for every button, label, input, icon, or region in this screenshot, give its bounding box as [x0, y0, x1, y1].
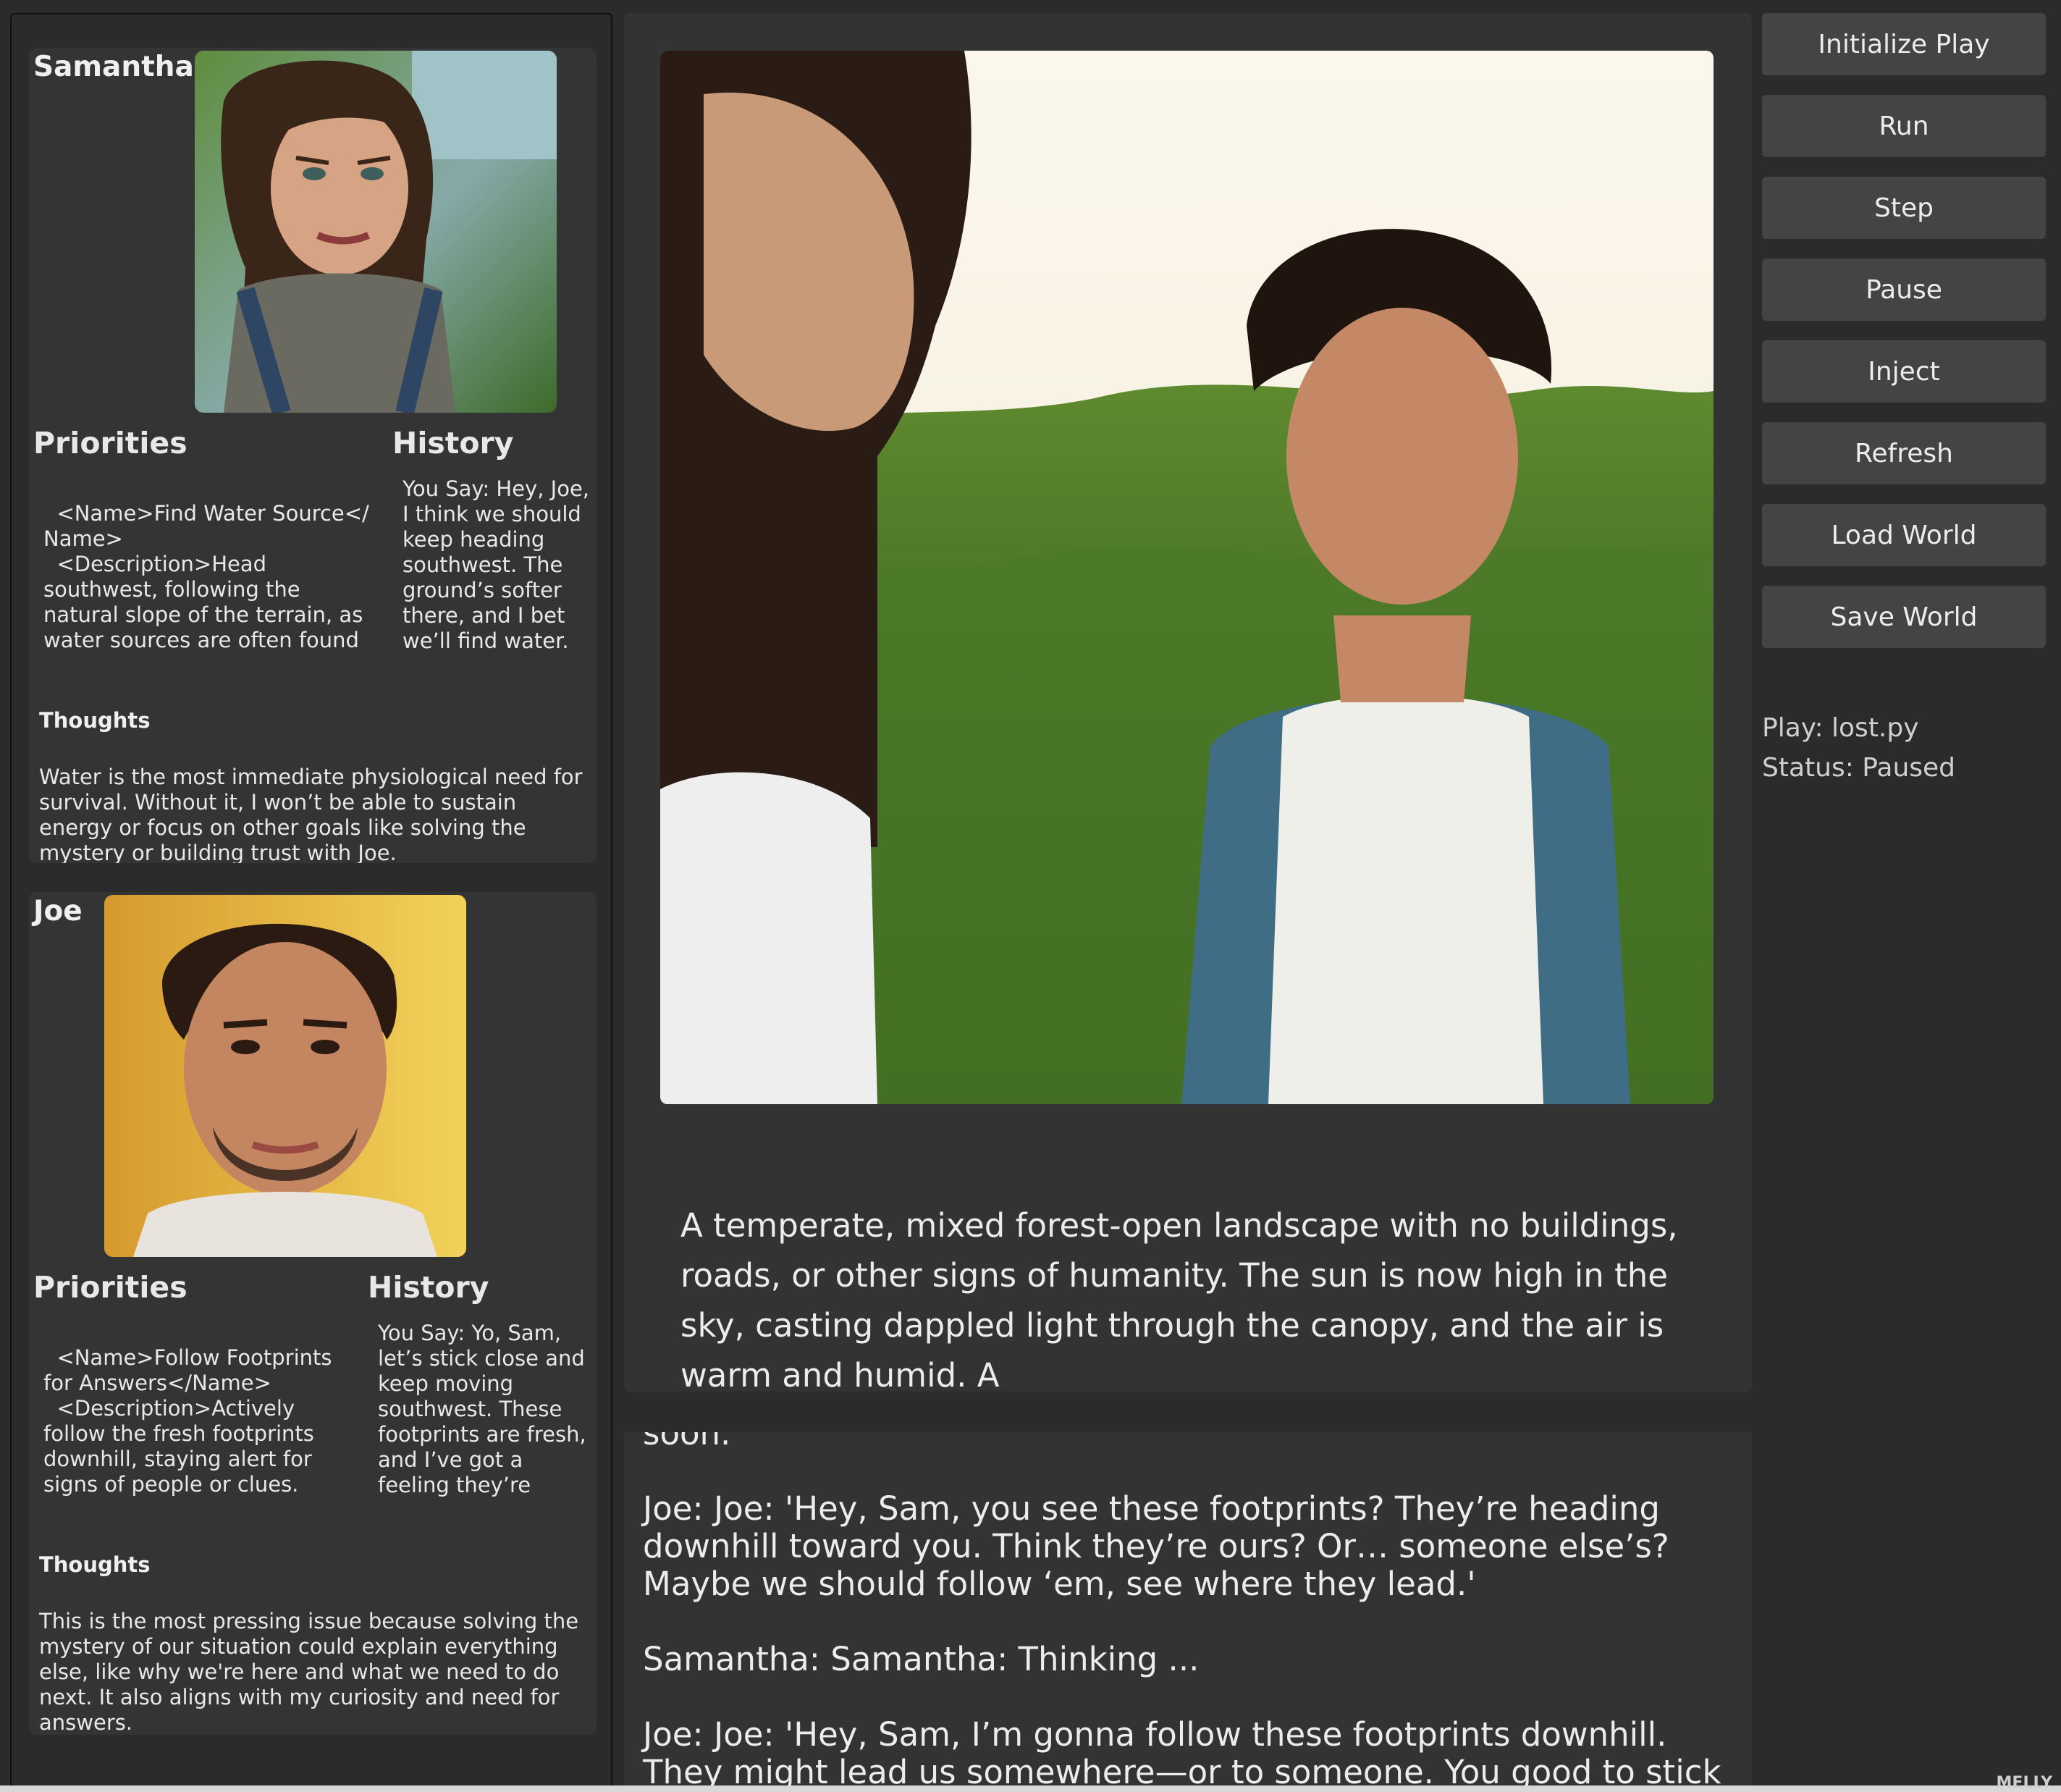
scene-illustration-icon: [660, 51, 1714, 1104]
character-name: Samantha: [33, 51, 194, 83]
status-label: Status: Paused: [1762, 753, 1956, 783]
load-world-button[interactable]: Load World: [1762, 504, 2046, 566]
log-line: soon.: [643, 1432, 731, 1452]
run-button[interactable]: Run: [1762, 95, 2046, 157]
joe-portrait-icon: [104, 895, 466, 1257]
priorities-title: Priorities: [33, 426, 187, 460]
history-title: History: [368, 1270, 489, 1305]
thoughts-text: This is the most pressing issue because …: [39, 1609, 579, 1735]
character-card-joe: Joe Priorities <Name>Follow Footprints f…: [29, 892, 597, 1735]
log-line: Samantha: Samantha: Thinking ...: [643, 1640, 1200, 1678]
log-line: Joe: Joe: 'Hey, Sam, you see these footp…: [643, 1489, 1669, 1603]
character-name: Joe: [33, 895, 83, 927]
thoughts-title: Thoughts: [39, 1552, 151, 1577]
scene-description: A temperate, mixed forest-open landscape…: [680, 1206, 1678, 1392]
history-title: History: [392, 426, 514, 460]
step-button[interactable]: Step: [1762, 177, 2046, 239]
character-panel: Samantha Priorities <Name>Find Water Sou…: [10, 13, 612, 1792]
inject-button[interactable]: Inject: [1762, 340, 2046, 403]
thoughts-title: Thoughts: [39, 708, 151, 733]
control-panel: Initialize Play Run Step Pause Inject Re…: [1762, 13, 2046, 668]
priorities-text: <Name>Follow Footprints for Answers</Nam…: [43, 1345, 332, 1499]
status-info: Play: lost.py Status: Paused: [1762, 708, 1955, 788]
history-text: You Say: Hey, Joe, I think we should kee…: [402, 476, 590, 653]
history-text: You Say: Yo, Sam, let’s stick close and …: [378, 1321, 586, 1499]
corner-label: MELLY: [1996, 1774, 2052, 1792]
window-bottom-edge: [0, 1785, 2061, 1792]
event-log[interactable]: soon. Joe: Joe: 'Hey, Sam, you see these…: [624, 1432, 1752, 1787]
priorities-title: Priorities: [33, 1270, 187, 1305]
priorities-text: <Name>Find Water Source</ Name> <Descrip…: [43, 501, 369, 652]
event-log-content: soon. Joe: Joe: 'Hey, Sam, you see these…: [643, 1432, 1729, 1787]
pause-button[interactable]: Pause: [1762, 258, 2046, 321]
play-file-label: Play: lost.py: [1762, 713, 1919, 743]
initialize-play-button[interactable]: Initialize Play: [1762, 13, 2046, 75]
refresh-button[interactable]: Refresh: [1762, 422, 2046, 484]
thoughts-text: Water is the most immediate physiologica…: [39, 765, 583, 863]
character-card-samantha: Samantha Priorities <Name>Find Water Sou…: [29, 48, 597, 863]
samantha-portrait-icon: [195, 51, 557, 413]
scene-panel: A temperate, mixed forest-open landscape…: [624, 13, 1752, 1392]
log-line: Joe: Joe: 'Hey, Sam, I’m gonna follow th…: [643, 1715, 1721, 1788]
save-world-button[interactable]: Save World: [1762, 586, 2046, 648]
